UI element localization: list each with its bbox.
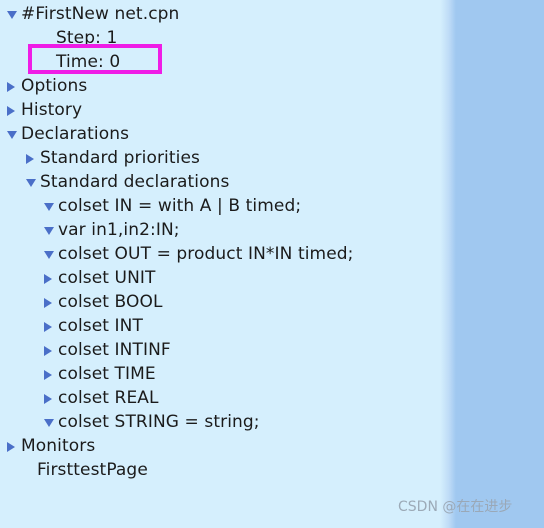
tree-row-label: #FirstNew net.cpn	[21, 4, 180, 24]
triangle-right-icon[interactable]	[43, 362, 58, 386]
tree-row-label: Standard priorities	[40, 148, 200, 168]
triangle-right-icon[interactable]	[43, 314, 58, 338]
tree-row-label: colset REAL	[58, 388, 159, 408]
index-tree[interactable]: #FirstNew net.cpn Step: 1 Time: 0 Options Hi…	[0, 0, 452, 528]
tree-row[interactable]: colset TIME	[0, 362, 452, 386]
tree-row[interactable]: Options	[0, 74, 452, 98]
triangle-down-icon[interactable]	[6, 2, 21, 26]
tree-row[interactable]: colset BOOL	[0, 290, 452, 314]
tree-row-label: colset UNIT	[58, 268, 156, 288]
watermark: CSDN @在在进步	[398, 499, 513, 515]
tree-row[interactable]: FirsttestPage	[0, 458, 452, 482]
triangle-down-icon[interactable]	[43, 410, 58, 434]
triangle-down-icon[interactable]	[43, 194, 58, 218]
tree-row-label: Options	[21, 76, 88, 96]
tree-row[interactable]: colset INTINF	[0, 338, 452, 362]
tree-row[interactable]: Time: 0	[0, 50, 452, 74]
tree-row-label: History	[21, 100, 83, 120]
cpn-index-window: #FirstNew net.cpn Step: 1 Time: 0 Options Hi…	[0, 0, 544, 528]
triangle-down-icon[interactable]	[25, 170, 40, 194]
tree-row-label: Monitors	[21, 436, 96, 456]
tree-row[interactable]: Standard priorities	[0, 146, 452, 170]
tree-row[interactable]: colset STRING = string;	[0, 410, 452, 434]
tree-row[interactable]: colset OUT = product IN*IN timed;	[0, 242, 452, 266]
triangle-right-icon[interactable]	[43, 266, 58, 290]
tree-row-label: FirsttestPage	[37, 460, 148, 480]
tree-row[interactable]: colset INT	[0, 314, 452, 338]
triangle-right-icon[interactable]	[43, 290, 58, 314]
tree-row-label: colset BOOL	[58, 292, 163, 312]
triangle-right-icon[interactable]	[6, 74, 21, 98]
tree-row-label: colset IN = with A | B timed;	[58, 196, 302, 216]
triangle-right-icon[interactable]	[43, 386, 58, 410]
tree-row[interactable]: Declarations	[0, 122, 452, 146]
workspace-panel	[452, 0, 544, 528]
tree-row-label: colset OUT = product IN*IN timed;	[58, 244, 354, 264]
tree-row[interactable]: Monitors	[0, 434, 452, 458]
tree-row-label: colset TIME	[58, 364, 156, 384]
no-twisty-spacer	[6, 458, 21, 482]
triangle-down-icon[interactable]	[6, 122, 21, 146]
tree-row[interactable]: colset REAL	[0, 386, 452, 410]
tree-row-label: var in1,in2:IN;	[58, 220, 180, 240]
tree-row[interactable]: colset IN = with A | B timed;	[0, 194, 452, 218]
triangle-down-icon[interactable]	[43, 218, 58, 242]
tree-row[interactable]: Step: 1	[0, 26, 452, 50]
tree-row-label: Standard declarations	[40, 172, 230, 192]
triangle-right-icon[interactable]	[6, 434, 21, 458]
tree-row[interactable]: History	[0, 98, 452, 122]
tree-row[interactable]: Standard declarations	[0, 170, 452, 194]
tree-row-label: Time: 0	[56, 52, 121, 72]
tree-row-label: colset STRING = string;	[58, 412, 260, 432]
tree-row-label: Step: 1	[56, 28, 118, 48]
triangle-right-icon[interactable]	[25, 146, 40, 170]
triangle-right-icon[interactable]	[43, 338, 58, 362]
tree-row[interactable]: var in1,in2:IN;	[0, 218, 452, 242]
no-twisty-spacer	[25, 50, 40, 74]
no-twisty-spacer	[25, 26, 40, 50]
triangle-right-icon[interactable]	[6, 98, 21, 122]
tree-row-label: colset INT	[58, 316, 143, 336]
tree-row[interactable]: #FirstNew net.cpn	[0, 2, 452, 26]
tree-row-label: colset INTINF	[58, 340, 171, 360]
triangle-down-icon[interactable]	[43, 242, 58, 266]
tree-row[interactable]: colset UNIT	[0, 266, 452, 290]
tree-row-label: Declarations	[21, 124, 130, 144]
